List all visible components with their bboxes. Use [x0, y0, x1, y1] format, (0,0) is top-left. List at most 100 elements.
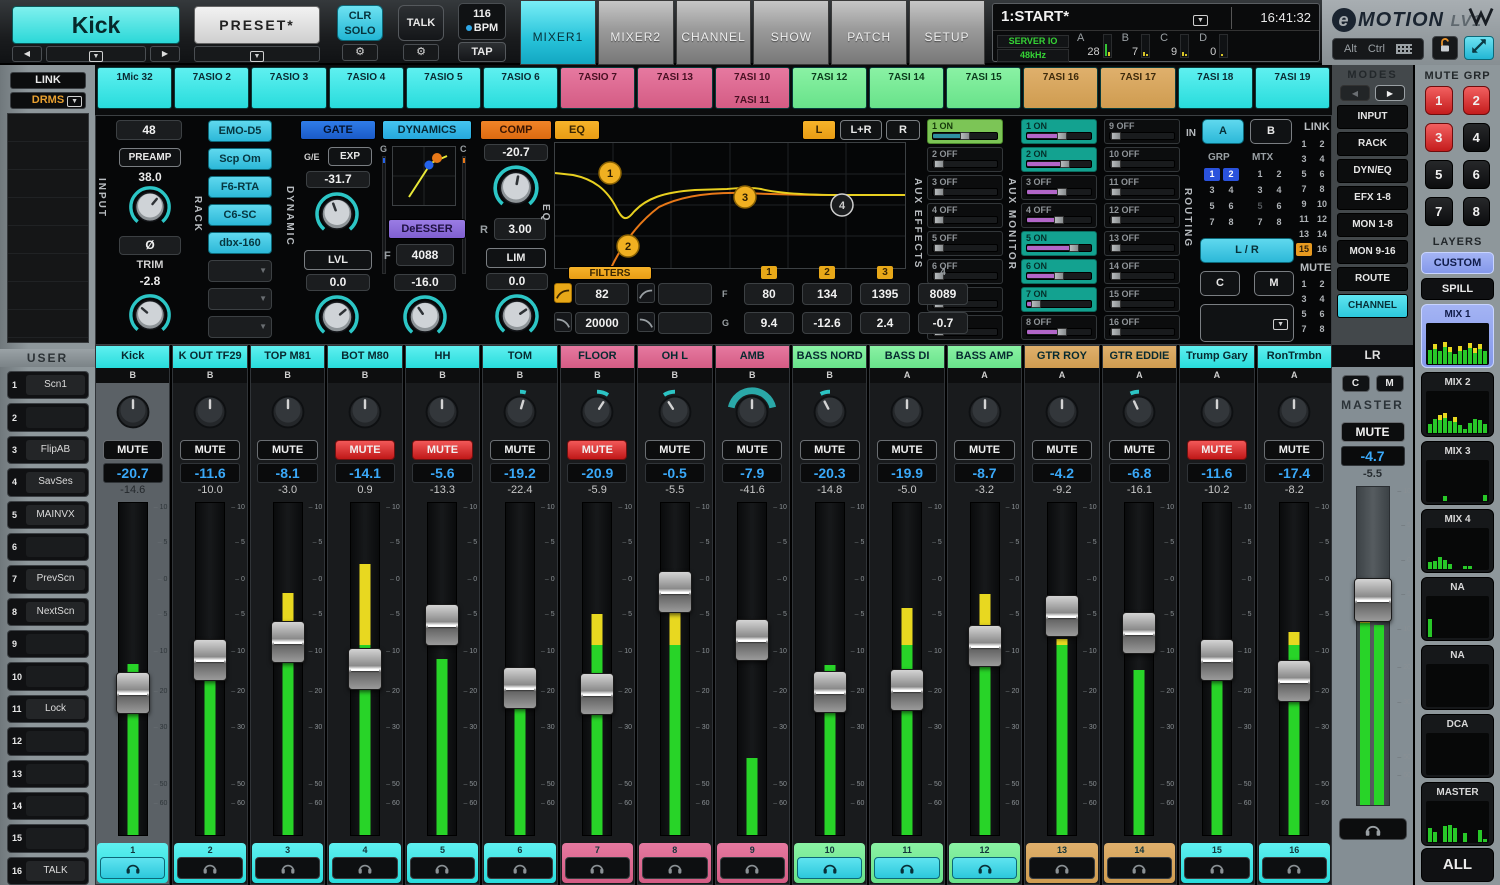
eq-section-button[interactable]: EQ	[554, 120, 600, 140]
assign-4[interactable]: 4	[1271, 184, 1287, 197]
mute-button[interactable]: MUTE	[257, 440, 317, 460]
current-scene-name[interactable]: 1:START*	[1001, 8, 1069, 25]
aux-send[interactable]: 5 ON	[1021, 231, 1097, 256]
eq-band-4-header[interactable]: 4	[935, 266, 951, 279]
assign-8[interactable]: 8	[1271, 216, 1287, 229]
aux-send-slider[interactable]	[1026, 188, 1092, 196]
eq-right-button[interactable]: R	[886, 120, 920, 140]
routing-bus-b-button[interactable]: B	[1250, 119, 1292, 144]
comp-threshold-knob[interactable]	[491, 163, 541, 213]
aux-send[interactable]: 3 OFF	[1021, 175, 1097, 200]
fader[interactable]: 105051020305060	[638, 498, 711, 842]
eq-lr-button[interactable]: L+R	[840, 120, 882, 140]
aux-send-slider[interactable]	[1109, 160, 1175, 168]
limiter-button[interactable]: LIM	[486, 248, 546, 268]
layer-custom-button[interactable]: CUSTOM	[1421, 252, 1494, 274]
fader-value[interactable]: -8.7	[954, 463, 1014, 483]
modes-next-arrow[interactable]: ▶	[1375, 85, 1405, 101]
tab-channel[interactable]: CHANNEL	[676, 0, 752, 65]
pan-knob[interactable]	[716, 383, 789, 439]
assign-4[interactable]: 4	[1314, 153, 1330, 166]
routing-mono-button[interactable]: M	[1254, 271, 1294, 296]
user-key-3[interactable]: 3FlipAB	[7, 436, 89, 464]
channel-name[interactable]: GTR EDDIE	[1103, 346, 1176, 368]
assign-3[interactable]: 3	[1296, 153, 1312, 166]
fader-value[interactable]: -0.5	[645, 463, 705, 483]
layer-master[interactable]: MASTER	[1421, 782, 1494, 846]
mode-channel[interactable]: CHANNEL	[1337, 294, 1408, 318]
gate-floor-knob[interactable]	[313, 293, 361, 341]
fader-value[interactable]: -4.2	[1032, 463, 1092, 483]
layer-mix-1[interactable]: MIX 1	[1421, 304, 1494, 368]
scene-dropdown[interactable]: ▼	[1193, 9, 1208, 27]
assign-15[interactable]: 15	[1296, 243, 1312, 256]
gate-lvl-button[interactable]: LVL	[304, 250, 372, 270]
assign-1[interactable]: 1	[1296, 138, 1312, 151]
assign-3[interactable]: 3	[1204, 184, 1220, 197]
preamp-gain-value[interactable]: 38.0	[119, 170, 181, 184]
channel-tab[interactable]: 7ASI 14	[869, 67, 944, 109]
assign-8[interactable]: 8	[1314, 323, 1330, 336]
rack-slot-7[interactable]: ▼	[208, 288, 272, 310]
channel-name[interactable]: OH L	[638, 346, 711, 368]
modifier-keys-indicator[interactable]: Alt Ctrl	[1332, 38, 1424, 60]
mute-button[interactable]: MUTE	[877, 440, 937, 460]
routing-extra-dropdown[interactable]: ▼	[1200, 304, 1294, 342]
channel-dropdown[interactable]: ▼	[46, 46, 146, 62]
user-key-5[interactable]: 5MAINVX	[7, 501, 89, 529]
master-fader[interactable]: 105051020305060	[1332, 482, 1413, 812]
fader-knob[interactable]	[425, 604, 459, 646]
channel-name[interactable]: BASS AMP	[948, 346, 1021, 368]
comp-section-button[interactable]: COMP	[480, 120, 552, 140]
lock-button[interactable]	[1432, 36, 1458, 60]
comp-ratio-value[interactable]: 3.00	[494, 218, 546, 240]
fader[interactable]: 105051020305060	[1025, 498, 1098, 842]
comp-threshold-value[interactable]: -20.7	[484, 144, 548, 161]
aux-send[interactable]: 4 OFF	[1021, 203, 1097, 228]
aux-send[interactable]: 10 OFF	[1104, 147, 1180, 172]
fader-value[interactable]: -20.3	[800, 463, 860, 483]
fader-value[interactable]: -20.7	[103, 463, 163, 483]
routing-bus-a-button[interactable]: A	[1202, 119, 1244, 144]
assign-7[interactable]: 7	[1296, 183, 1312, 196]
user-key-8[interactable]: 8NextScn	[7, 598, 89, 626]
user-key-9[interactable]: 9	[7, 630, 89, 658]
headphone-button[interactable]	[487, 857, 552, 879]
pan-knob[interactable]	[1025, 383, 1098, 439]
fader[interactable]: 105051020305060	[96, 498, 169, 842]
fader-knob[interactable]	[1045, 595, 1079, 637]
headphone-button[interactable]	[797, 857, 862, 879]
hpf-icon[interactable]	[554, 283, 572, 303]
channel-tab[interactable]: 7ASI 17	[1100, 67, 1175, 109]
layer-na[interactable]: NA	[1421, 577, 1494, 641]
routing-lr-button[interactable]: L / R	[1200, 238, 1294, 263]
expander-button[interactable]: EXP	[328, 147, 372, 166]
rack-slot-1[interactable]: EMO-D5	[208, 120, 272, 142]
tab-show[interactable]: SHOW	[753, 0, 829, 65]
fader-value[interactable]: -7.9	[722, 463, 782, 483]
headphone-button[interactable]	[100, 857, 165, 879]
channel-name[interactable]: BASS DI	[870, 346, 943, 368]
channel-name[interactable]: K OUT TF29	[173, 346, 246, 368]
user-key-10[interactable]: 10	[7, 662, 89, 690]
headphone-button[interactable]	[1262, 857, 1327, 879]
fader-knob[interactable]	[193, 639, 227, 681]
phase-flip-button[interactable]: Ø	[119, 236, 181, 255]
assign-4[interactable]: 4	[1223, 184, 1239, 197]
pan-knob[interactable]	[638, 383, 711, 439]
aux-send-slider[interactable]	[932, 160, 998, 168]
fader[interactable]: 105051020305060	[1258, 498, 1331, 842]
fader-knob[interactable]	[580, 673, 614, 715]
eq-band-1-header[interactable]: 1	[761, 266, 777, 279]
fader[interactable]: 105051020305060	[173, 498, 246, 842]
fader-value[interactable]: -17.4	[1264, 463, 1324, 483]
channel-tab[interactable]: 7ASI 19	[1255, 67, 1330, 109]
fader-value[interactable]: -14.1	[335, 463, 395, 483]
channel-tab[interactable]: 7ASI 16	[1023, 67, 1098, 109]
aux-send-slider[interactable]	[1109, 272, 1175, 280]
fader[interactable]: 105051020305060	[251, 498, 324, 842]
user-key-4[interactable]: 4SavSes	[7, 468, 89, 496]
mute-group-7[interactable]: 7	[1425, 197, 1453, 226]
aux-send-slider[interactable]	[1026, 160, 1092, 168]
aux-send-slider[interactable]	[932, 188, 998, 196]
